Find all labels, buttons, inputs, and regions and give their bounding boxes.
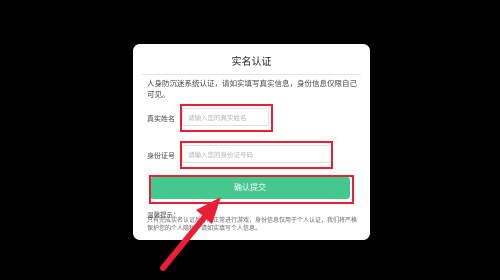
pointer-arrow-icon (160, 197, 221, 271)
